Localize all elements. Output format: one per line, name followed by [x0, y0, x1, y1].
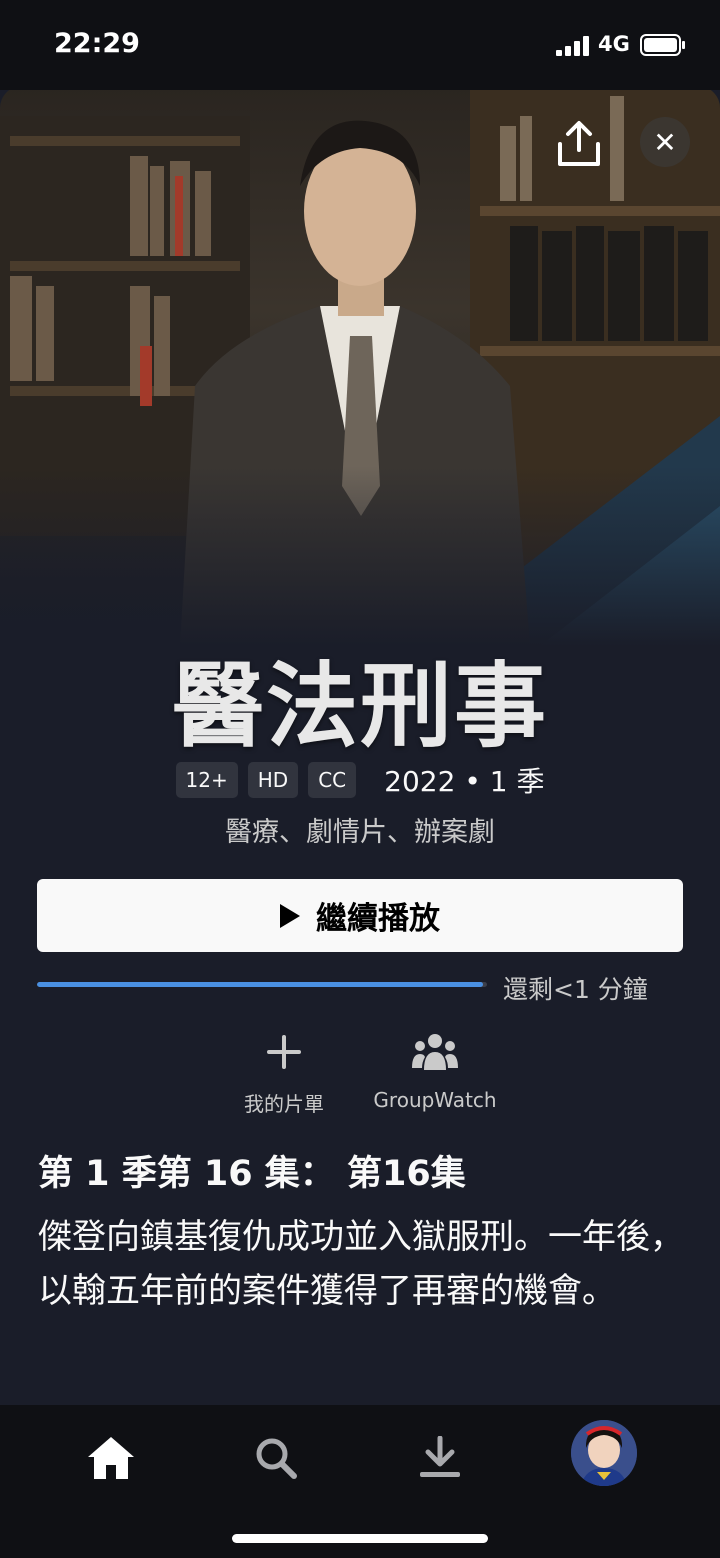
avatar-image: [571, 1420, 637, 1486]
group-icon: [412, 1034, 458, 1070]
continue-play-button[interactable]: 繼續播放: [37, 879, 683, 952]
meta-row: 12+ HD CC 2022 • 1 季: [0, 760, 720, 800]
share-icon[interactable]: [552, 120, 606, 168]
close-button[interactable]: ✕: [640, 117, 690, 167]
cc-badge: CC: [308, 762, 357, 798]
play-label: 繼續播放: [316, 901, 440, 937]
close-icon: ✕: [653, 125, 677, 159]
groupwatch-button[interactable]: GroupWatch: [355, 1030, 515, 1112]
hero-gradient: [0, 466, 720, 646]
network-label: 4G: [598, 32, 630, 56]
plus-icon: [267, 1035, 301, 1069]
home-indicator: [232, 1534, 488, 1543]
tab-search[interactable]: [249, 1431, 303, 1485]
genres: 醫療、劇情片、辦案劇: [225, 817, 495, 848]
battery-icon: [640, 34, 685, 56]
home-icon: [88, 1437, 134, 1479]
signal-icon: [556, 36, 589, 56]
search-icon: [256, 1438, 297, 1479]
remaining-time: 還剩<1 分鐘: [503, 975, 648, 1004]
title-logo: 醫法刑事: [171, 652, 548, 760]
rating-badge: 12+: [175, 762, 238, 798]
groupwatch-label: GroupWatch: [373, 1088, 497, 1112]
status-time: 22:29: [54, 28, 140, 59]
episode-title: 第 1 季第 16 集： 第16集: [38, 1154, 466, 1194]
hd-badge: HD: [247, 762, 299, 798]
play-icon: [280, 903, 300, 928]
progress-bar: [37, 982, 487, 987]
year-seasons: 2022 • 1 季: [384, 765, 545, 798]
progress-fill: [37, 982, 483, 987]
tab-downloads[interactable]: [413, 1431, 467, 1485]
my-list-label: 我的片單: [244, 1092, 324, 1116]
hero-image: [0, 86, 720, 646]
download-icon: [420, 1436, 460, 1477]
profile-avatar[interactable]: [571, 1420, 637, 1486]
my-list-button[interactable]: 我的片單: [204, 1030, 364, 1117]
status-bar: 22:29 4G: [0, 0, 720, 90]
episode-description: 傑登向鎮基復仇成功並入獄服刑。一年後，以翰五年前的案件獲得了再審的機會。: [38, 1217, 684, 1311]
tab-home[interactable]: [84, 1431, 138, 1485]
